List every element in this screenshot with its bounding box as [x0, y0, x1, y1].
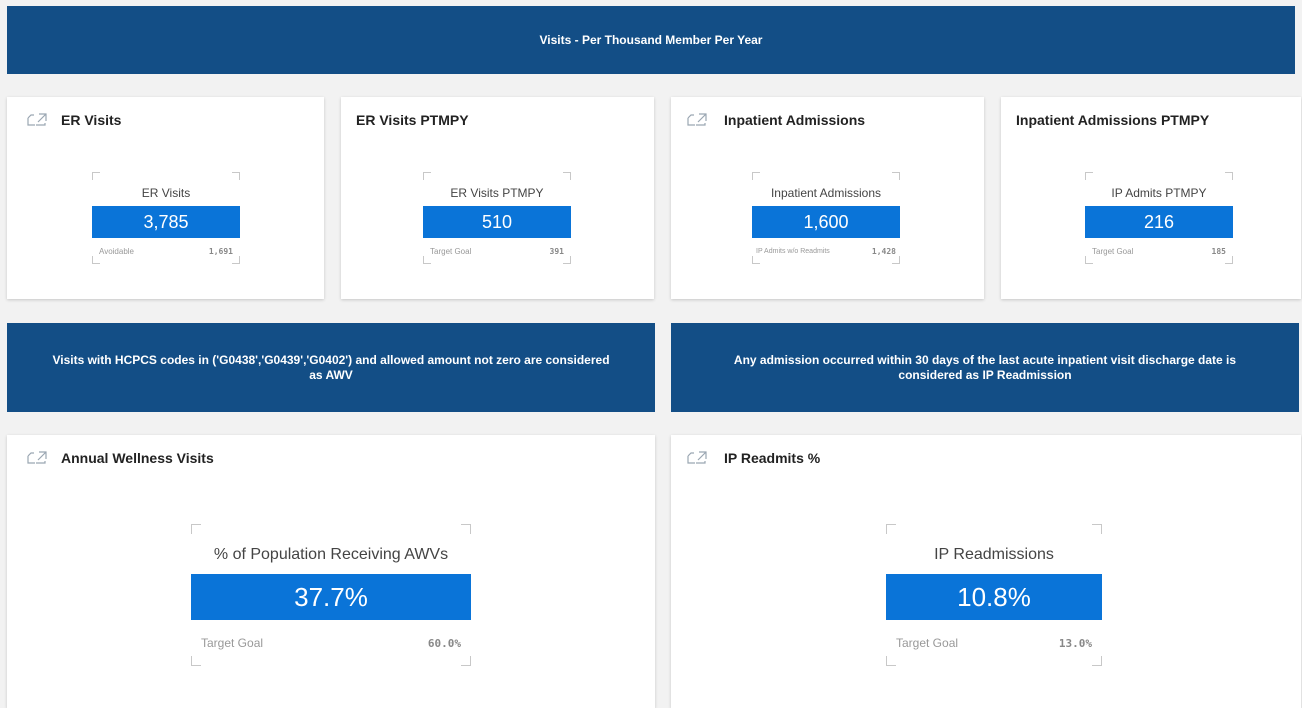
kpi-foot-value: 391 [549, 246, 564, 256]
card-title: ER Visits [61, 112, 122, 128]
ip-readmits-kpi: IP Readmissions 10.8% Target Goal 13.0% [886, 524, 1102, 666]
kpi-label: % of Population Receiving AWVs [213, 546, 449, 563]
readmission-definition-text: Any admission occurred within 30 days of… [733, 352, 1237, 382]
kpi-foot-value: 1,691 [208, 246, 233, 256]
page-header-banner: Visits - Per Thousand Member Per Year [7, 6, 1295, 74]
readmission-definition-banner: Any admission occurred within 30 days of… [671, 323, 1299, 412]
kpi-value: 216 [1085, 206, 1233, 238]
kpi-value: 10.8% [886, 574, 1102, 620]
ip-admissions-card: Inpatient Admissions Inpatient Admission… [671, 97, 984, 299]
link-icon[interactable] [26, 113, 48, 126]
card-title: ER Visits PTMPY [356, 112, 469, 128]
kpi-footer: Target Goal 391 [423, 238, 571, 264]
card-title: Inpatient Admissions [724, 112, 866, 128]
link-icon[interactable] [686, 451, 708, 464]
ip-ptmpy-kpi: IP Admits PTMPY 216 Target Goal 185 [1085, 172, 1233, 264]
kpi-foot-label: Target Goal [201, 636, 264, 650]
link-icon[interactable] [26, 451, 48, 464]
kpi-foot-label: Avoidable [99, 246, 134, 256]
card-title: IP Readmits % [724, 450, 821, 466]
kpi-foot-value: 1,428 [871, 246, 896, 256]
awv-card: Annual Wellness Visits % of Population R… [7, 435, 655, 708]
kpi-footer: Target Goal 60.0% [191, 620, 471, 666]
er-ptmpy-card: ER Visits PTMPY ER Visits PTMPY 510 Targ… [341, 97, 654, 299]
kpi-footer: Avoidable 1,691 [92, 238, 240, 264]
kpi-label: IP Readmissions [934, 546, 1054, 563]
kpi-value: 3,785 [92, 206, 240, 238]
page-title: Visits - Per Thousand Member Per Year [539, 32, 763, 47]
er-ptmpy-kpi: ER Visits PTMPY 510 Target Goal 391 [423, 172, 571, 264]
kpi-label: ER Visits [141, 186, 191, 200]
kpi-label: ER Visits PTMPY [450, 186, 544, 200]
kpi-footer: Target Goal 13.0% [886, 620, 1102, 666]
kpi-foot-value: 60.0% [427, 636, 461, 650]
kpi-footer: Target Goal 185 [1085, 238, 1233, 264]
kpi-foot-label: Target Goal [430, 246, 472, 256]
kpi-label: IP Admits PTMPY [1111, 186, 1207, 200]
kpi-value: 510 [423, 206, 571, 238]
card-title: Annual Wellness Visits [61, 450, 214, 466]
awv-definition-banner: Visits with HCPCS codes in ('G0438','G04… [7, 323, 655, 412]
kpi-footer: IP Admits w/o Readmits 1,428 [752, 238, 900, 264]
kpi-foot-value: 13.0% [1058, 636, 1092, 650]
kpi-foot-value: 185 [1211, 246, 1226, 256]
card-title: Inpatient Admissions PTMPY [1016, 112, 1210, 128]
kpi-label: Inpatient Admissions [770, 186, 882, 200]
kpi-foot-label: IP Admits w/o Readmits [756, 247, 830, 255]
kpi-foot-label: Target Goal [1092, 246, 1134, 256]
awv-kpi: % of Population Receiving AWVs 37.7% Tar… [191, 524, 471, 666]
awv-definition-text: Visits with HCPCS codes in ('G0438','G04… [52, 352, 610, 382]
er-visits-card: ER Visits ER Visits 3,785 Avoidable 1,69… [7, 97, 324, 299]
ip-readmits-card: IP Readmits % IP Readmissions 10.8% Targ… [671, 435, 1301, 708]
link-icon[interactable] [686, 113, 708, 126]
ip-ptmpy-card: Inpatient Admissions PTMPY IP Admits PTM… [1001, 97, 1301, 299]
kpi-value: 1,600 [752, 206, 900, 238]
er-visits-kpi: ER Visits 3,785 Avoidable 1,691 [92, 172, 240, 264]
ip-admissions-kpi: Inpatient Admissions 1,600 IP Admits w/o… [752, 172, 900, 264]
kpi-foot-label: Target Goal [896, 636, 959, 650]
kpi-value: 37.7% [191, 574, 471, 620]
